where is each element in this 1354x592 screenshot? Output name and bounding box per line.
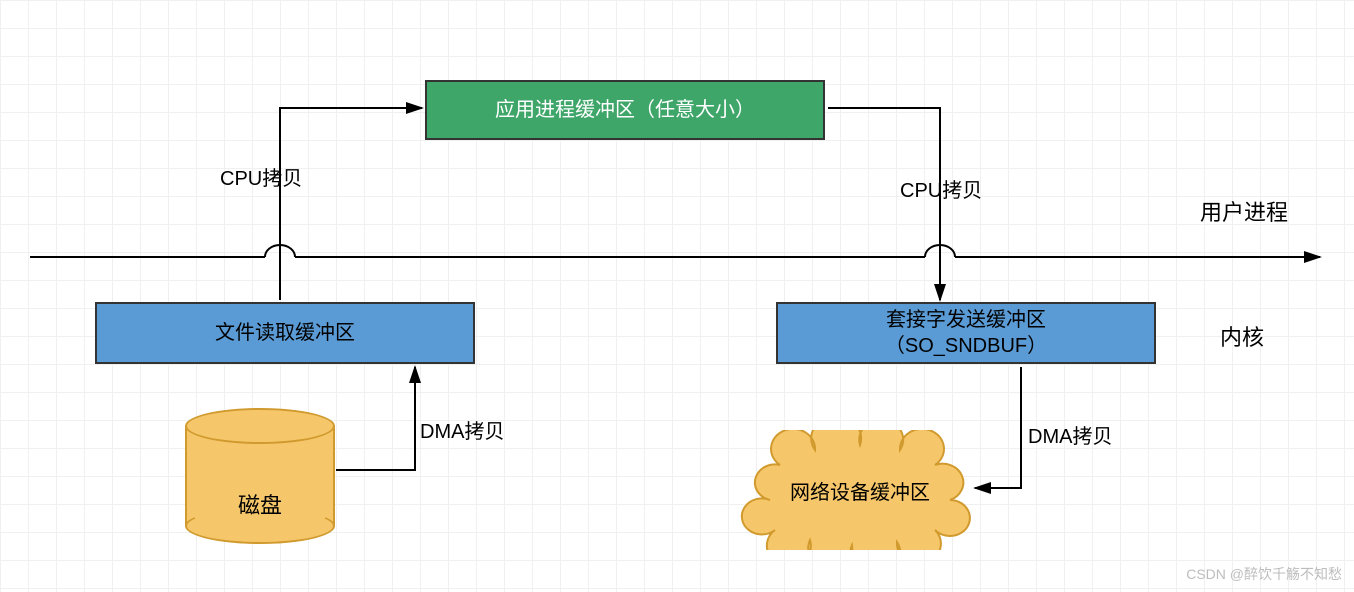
app-buffer-box: 应用进程缓冲区（任意大小） <box>425 80 825 140</box>
socket-send-buffer-box: 套接字发送缓冲区 （SO_SNDBUF） <box>776 302 1156 364</box>
cpu-copy-label-right: CPU拷贝 <box>900 174 982 203</box>
user-process-label: 用户进程 <box>1200 195 1288 227</box>
watermark-text: CSDN @醉饮千觞不知愁 <box>1186 564 1342 584</box>
network-cloud-shape: 网络设备缓冲区 <box>740 430 980 550</box>
kernel-label: 内核 <box>1220 320 1264 352</box>
disk-label: 磁盘 <box>185 488 335 520</box>
socket-send-buffer-label-1: 套接字发送缓冲区 <box>886 307 1046 333</box>
socket-send-buffer-label-2: （SO_SNDBUF） <box>885 333 1047 359</box>
file-read-buffer-label: 文件读取缓冲区 <box>215 320 355 346</box>
app-buffer-label: 应用进程缓冲区（任意大小） <box>495 97 755 123</box>
cpu-copy-label-left: CPU拷贝 <box>220 162 302 191</box>
dma-copy-label-left: DMA拷贝 <box>420 415 504 444</box>
dma-copy-label-right: DMA拷贝 <box>1028 420 1112 449</box>
file-read-buffer-box: 文件读取缓冲区 <box>95 302 475 364</box>
disk-shape: 磁盘 <box>185 408 335 543</box>
network-cloud-label: 网络设备缓冲区 <box>790 476 930 505</box>
